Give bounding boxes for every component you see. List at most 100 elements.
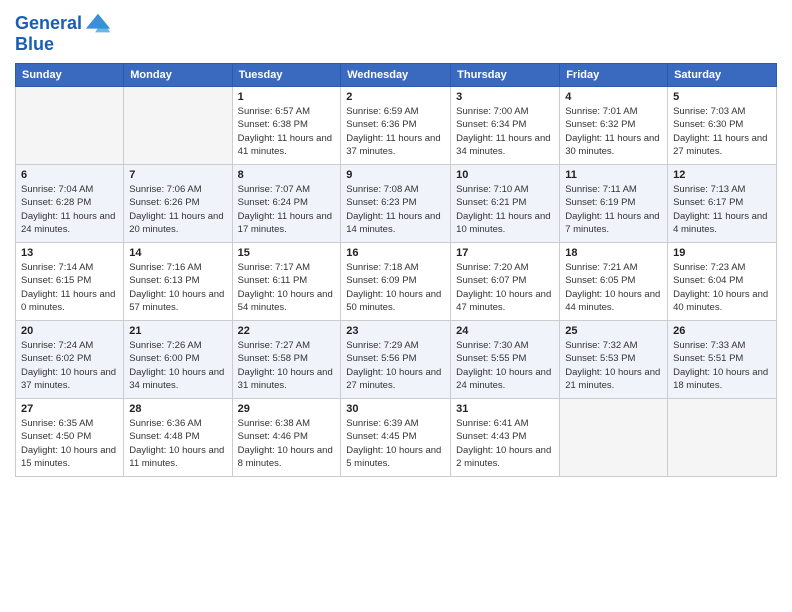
day-number: 25: [565, 325, 662, 337]
day-info: Sunrise: 6:57 AMSunset: 6:38 PMDaylight:…: [238, 105, 336, 158]
day-number: 6: [21, 169, 118, 181]
day-info: Sunrise: 7:06 AMSunset: 6:26 PMDaylight:…: [129, 183, 226, 236]
day-info: Sunrise: 7:30 AMSunset: 5:55 PMDaylight:…: [456, 339, 554, 392]
calendar-week-row: 13Sunrise: 7:14 AMSunset: 6:15 PMDayligh…: [16, 243, 777, 321]
day-info: Sunrise: 6:35 AMSunset: 4:50 PMDaylight:…: [21, 417, 118, 470]
calendar-cell: 3Sunrise: 7:00 AMSunset: 6:34 PMDaylight…: [451, 87, 560, 165]
calendar-cell: 13Sunrise: 7:14 AMSunset: 6:15 PMDayligh…: [16, 243, 124, 321]
day-info: Sunrise: 7:24 AMSunset: 6:02 PMDaylight:…: [21, 339, 118, 392]
calendar-cell: 9Sunrise: 7:08 AMSunset: 6:23 PMDaylight…: [341, 165, 451, 243]
calendar-day-header: Monday: [124, 64, 232, 87]
day-number: 12: [673, 169, 771, 181]
calendar-cell: 19 Sunrise: 7:23 AMSunset: 6:04 PMDayligh…: [668, 243, 777, 321]
day-number: 18: [565, 247, 662, 259]
day-number: 17: [456, 247, 554, 259]
day-info: Sunrise: 6:39 AMSunset: 4:45 PMDaylight:…: [346, 417, 445, 470]
calendar-cell: 24 Sunrise: 7:30 AMSunset: 5:55 PMDayligh…: [451, 321, 560, 399]
calendar-day-header: Tuesday: [232, 64, 341, 87]
calendar-cell: 1 Sunrise: 6:57 AMSunset: 6:38 PMDaylight…: [232, 87, 341, 165]
calendar-cell: 30 Sunrise: 6:39 AMSunset: 4:45 PMDayligh…: [341, 399, 451, 477]
logo-icon: [84, 10, 112, 38]
day-info: Sunrise: 7:17 AMSunset: 6:11 PMDaylight:…: [238, 261, 336, 314]
day-number: 16: [346, 247, 445, 259]
day-number: 23: [346, 325, 445, 337]
header: General Blue: [15, 10, 777, 55]
logo-text: General: [15, 14, 82, 34]
calendar-cell: [560, 399, 668, 477]
day-info: Sunrise: 6:59 AMSunset: 6:36 PMDaylight:…: [346, 105, 445, 158]
calendar-cell: 20 Sunrise: 7:24 AMSunset: 6:02 PMDayligh…: [16, 321, 124, 399]
calendar-cell: 29 Sunrise: 6:38 AMSunset: 4:46 PMDayligh…: [232, 399, 341, 477]
calendar-cell: 15 Sunrise: 7:17 AMSunset: 6:11 PMDayligh…: [232, 243, 341, 321]
calendar-week-row: 20 Sunrise: 7:24 AMSunset: 6:02 PMDayligh…: [16, 321, 777, 399]
day-number: 20: [21, 325, 118, 337]
day-info: Sunrise: 7:03 AMSunset: 6:30 PMDaylight:…: [673, 105, 771, 158]
calendar-cell: 27 Sunrise: 6:35 AMSunset: 4:50 PMDayligh…: [16, 399, 124, 477]
day-number: 31: [456, 403, 554, 415]
day-info: Sunrise: 6:38 AMSunset: 4:46 PMDaylight:…: [238, 417, 336, 470]
day-number: 28: [129, 403, 226, 415]
day-info: Sunrise: 7:18 AMSunset: 6:09 PMDaylight:…: [346, 261, 445, 314]
day-number: 11: [565, 169, 662, 181]
calendar-table: SundayMondayTuesdayWednesdayThursdayFrid…: [15, 63, 777, 477]
day-info: Sunrise: 6:36 AMSunset: 4:48 PMDaylight:…: [129, 417, 226, 470]
day-info: Sunrise: 7:11 AMSunset: 6:19 PMDaylight:…: [565, 183, 662, 236]
calendar-day-header: Thursday: [451, 64, 560, 87]
calendar-cell: 28 Sunrise: 6:36 AMSunset: 4:48 PMDayligh…: [124, 399, 232, 477]
calendar-cell: 26 Sunrise: 7:33 AMSunset: 5:51 PMDayligh…: [668, 321, 777, 399]
calendar-cell: 5 Sunrise: 7:03 AMSunset: 6:30 PMDaylight…: [668, 87, 777, 165]
day-info: Sunrise: 6:41 AMSunset: 4:43 PMDaylight:…: [456, 417, 554, 470]
calendar-week-row: 6 Sunrise: 7:04 AMSunset: 6:28 PMDaylight…: [16, 165, 777, 243]
calendar-cell: 14Sunrise: 7:16 AMSunset: 6:13 PMDayligh…: [124, 243, 232, 321]
day-number: 21: [129, 325, 226, 337]
calendar-cell: 11 Sunrise: 7:11 AMSunset: 6:19 PMDayligh…: [560, 165, 668, 243]
day-number: 2: [346, 91, 445, 103]
calendar-cell: 16 Sunrise: 7:18 AMSunset: 6:09 PMDayligh…: [341, 243, 451, 321]
day-info: Sunrise: 7:07 AMSunset: 6:24 PMDaylight:…: [238, 183, 336, 236]
logo: General Blue: [15, 10, 112, 55]
calendar-cell: [124, 87, 232, 165]
day-info: Sunrise: 7:33 AMSunset: 5:51 PMDaylight:…: [673, 339, 771, 392]
calendar-day-header: Sunday: [16, 64, 124, 87]
calendar-day-header: Saturday: [668, 64, 777, 87]
calendar-header-row: SundayMondayTuesdayWednesdayThursdayFrid…: [16, 64, 777, 87]
day-number: 24: [456, 325, 554, 337]
calendar-day-header: Wednesday: [341, 64, 451, 87]
calendar-cell: 21 Sunrise: 7:26 AMSunset: 6:00 PMDayligh…: [124, 321, 232, 399]
day-info: Sunrise: 7:20 AMSunset: 6:07 PMDaylight:…: [456, 261, 554, 314]
day-info: Sunrise: 7:29 AMSunset: 5:56 PMDaylight:…: [346, 339, 445, 392]
calendar-cell: 7 Sunrise: 7:06 AMSunset: 6:26 PMDaylight…: [124, 165, 232, 243]
day-number: 4: [565, 91, 662, 103]
day-number: 8: [238, 169, 336, 181]
day-number: 29: [238, 403, 336, 415]
day-info: Sunrise: 7:08 AMSunset: 6:23 PMDaylight:…: [346, 183, 445, 236]
calendar-cell: 18 Sunrise: 7:21 AMSunset: 6:05 PMDayligh…: [560, 243, 668, 321]
calendar-cell: 25Sunrise: 7:32 AMSunset: 5:53 PMDayligh…: [560, 321, 668, 399]
day-info: Sunrise: 7:04 AMSunset: 6:28 PMDaylight:…: [21, 183, 118, 236]
day-info: Sunrise: 7:14 AMSunset: 6:15 PMDaylight:…: [21, 261, 118, 314]
calendar-week-row: 27 Sunrise: 6:35 AMSunset: 4:50 PMDayligh…: [16, 399, 777, 477]
page: General Blue SundayMondayTuesdayWednesda…: [0, 0, 792, 612]
day-number: 19: [673, 247, 771, 259]
day-info: Sunrise: 7:23 AMSunset: 6:04 PMDaylight:…: [673, 261, 771, 314]
calendar-cell: 6 Sunrise: 7:04 AMSunset: 6:28 PMDaylight…: [16, 165, 124, 243]
day-number: 7: [129, 169, 226, 181]
day-number: 26: [673, 325, 771, 337]
calendar-cell: 8 Sunrise: 7:07 AMSunset: 6:24 PMDaylight…: [232, 165, 341, 243]
day-info: Sunrise: 7:27 AMSunset: 5:58 PMDaylight:…: [238, 339, 336, 392]
calendar-cell: 22Sunrise: 7:27 AMSunset: 5:58 PMDayligh…: [232, 321, 341, 399]
calendar-cell: 2 Sunrise: 6:59 AMSunset: 6:36 PMDaylight…: [341, 87, 451, 165]
day-number: 14: [129, 247, 226, 259]
day-number: 5: [673, 91, 771, 103]
day-number: 15: [238, 247, 336, 259]
day-number: 10: [456, 169, 554, 181]
day-info: Sunrise: 7:21 AMSunset: 6:05 PMDaylight:…: [565, 261, 662, 314]
calendar-cell: [16, 87, 124, 165]
calendar-cell: 31 Sunrise: 6:41 AMSunset: 4:43 PMDayligh…: [451, 399, 560, 477]
calendar-cell: [668, 399, 777, 477]
day-number: 27: [21, 403, 118, 415]
day-info: Sunrise: 7:01 AMSunset: 6:32 PMDaylight:…: [565, 105, 662, 158]
day-number: 1: [238, 91, 336, 103]
day-info: Sunrise: 7:26 AMSunset: 6:00 PMDaylight:…: [129, 339, 226, 392]
day-number: 30: [346, 403, 445, 415]
